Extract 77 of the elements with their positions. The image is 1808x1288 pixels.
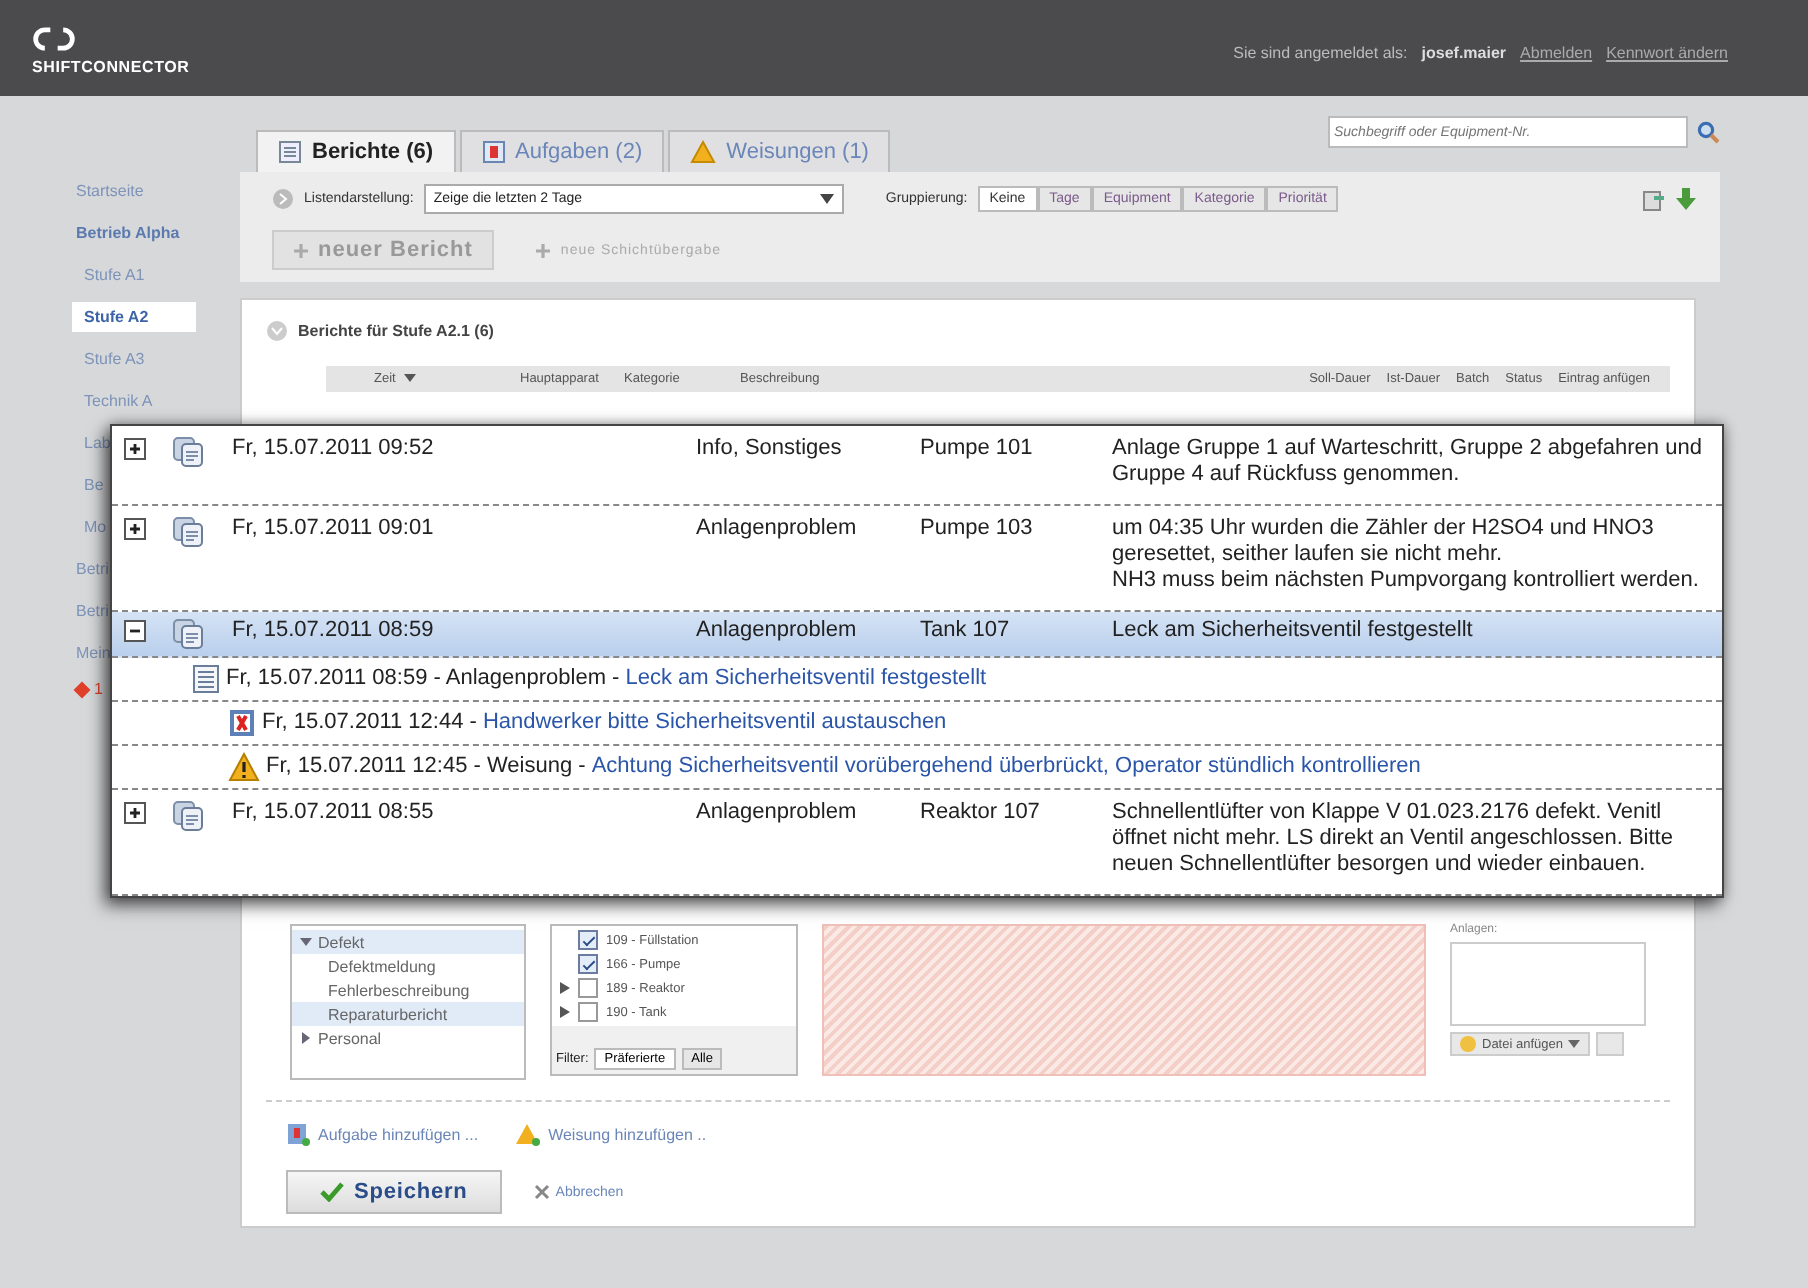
sidebar-item[interactable]: Betrieb Alpha [64, 218, 192, 248]
document-icon [278, 140, 302, 164]
entry-text: Fr, 15.07.2011 12:45 - Weisung - [266, 754, 586, 780]
report-time: Fr, 15.07.2011 08:59 [232, 618, 436, 644]
sort-caret-icon [403, 374, 416, 382]
login-label: Sie sind angemeldet als: [1233, 43, 1408, 61]
clipboard-icon [228, 708, 256, 738]
report-equipment: Tank 107 [920, 618, 1012, 644]
report-category: Anlagenproblem [696, 800, 859, 826]
report-description: Leck am Sicherheitsventil festgestellt [1112, 618, 1475, 644]
report-time: Fr, 15.07.2011 08:55 [232, 800, 436, 826]
panel-title: Berichte für Stufe A2.1 (6) [298, 322, 494, 340]
checkbox[interactable] [578, 954, 598, 974]
stacked-documents-icon [172, 800, 204, 832]
report-description: NH3 muss beim nächsten Pumpvorgang kontrolliert werden. [1112, 568, 1701, 594]
warning-icon [228, 752, 260, 782]
plus-icon [294, 243, 308, 257]
report-description: um 04:35 Uhr wurden die Zähler der H2SO4 und HNO3 geresettet, seither laufen sie nicht mehr. [1112, 516, 1656, 568]
checkbox[interactable] [578, 930, 598, 950]
report-row[interactable]: Fr, 15.07.2011 08:59 Anlagenproblem Tank 107 Leck am Sicherheitsventil festgestellt [112, 612, 1722, 658]
checkbox[interactable] [578, 978, 598, 998]
entry-link[interactable]: Achtung Sicherheitsventil vorübergehend überbrückt, Operator stündlich kontrollieren [591, 754, 1421, 780]
toggle-icon [272, 188, 294, 210]
expand-icon[interactable] [124, 438, 146, 460]
expand-icon[interactable] [124, 802, 146, 824]
tree-item[interactable]: Defekt [292, 930, 524, 954]
entry-text: Fr, 15.07.2011 08:59 - Anlagenproblem - [226, 666, 620, 692]
export-icon[interactable] [1642, 187, 1666, 211]
caret-icon [819, 194, 834, 204]
header-link[interactable]: Abmelden [1520, 43, 1593, 61]
report-category: Anlagenproblem [696, 618, 859, 644]
report-equipment: Pumpe 103 [920, 516, 1035, 542]
report-description: Anlage Gruppe 1 auf Warteschritt, Gruppe 2 abgefahren und Gruppe 4 auf Rückfuss genommen. [1112, 436, 1704, 488]
plus-icon [536, 243, 551, 257]
warning-icon [690, 140, 717, 164]
tree-arrow-icon[interactable] [300, 1032, 312, 1044]
alert-icon [73, 680, 91, 698]
header-link[interactable]: Kennwort ändern [1606, 43, 1728, 61]
add-warning-icon [514, 1122, 541, 1146]
collapse-icon[interactable] [124, 620, 146, 642]
search-icon [1696, 120, 1720, 144]
save-button[interactable]: Speichern [286, 1170, 502, 1214]
report-category: Info, Sonstiges [696, 436, 844, 462]
user-name: josef.maier [1421, 43, 1507, 61]
product-name: SHIFTCONNECTOR [32, 57, 190, 75]
add-task-icon [286, 1122, 310, 1146]
stacked-documents-icon [172, 516, 204, 548]
report-time: Fr, 15.07.2011 09:52 [232, 436, 436, 462]
add-link[interactable]: Weisung hinzufügen .. [514, 1122, 707, 1146]
download-icon[interactable] [1676, 187, 1696, 211]
report-equipment: Pumpe 101 [920, 436, 1035, 462]
tree-item[interactable]: Reparaturbericht [292, 1002, 524, 1026]
entry-text: Fr, 15.07.2011 12:44 - [262, 710, 477, 736]
expand-icon[interactable] [124, 518, 146, 540]
report-equipment: Reaktor 107 [920, 800, 1042, 826]
logo-icon [32, 25, 76, 51]
add-link[interactable]: Aufgabe hinzufügen ... [286, 1122, 479, 1146]
alert-count: 1 [94, 680, 103, 698]
tab[interactable]: Berichte (6) [256, 130, 456, 172]
document-icon [192, 664, 220, 694]
tree-item[interactable]: Defektmeldung [292, 954, 524, 978]
stacked-documents-icon [172, 436, 204, 468]
tree-arrow-icon[interactable] [300, 936, 312, 948]
sidebar-item[interactable]: Stufe A2 [72, 302, 196, 332]
clipboard-icon [481, 140, 506, 164]
stacked-documents-icon [172, 618, 204, 650]
entry-link[interactable]: Handwerker bitte Sicherheitsventil austauschen [482, 710, 947, 736]
report-time: Fr, 15.07.2011 09:01 [232, 516, 436, 542]
tree-item[interactable]: Personal [292, 1026, 524, 1050]
report-category: Anlagenproblem [696, 516, 859, 542]
tree-item[interactable]: Fehlerbeschreibung [292, 978, 524, 1002]
entry-link[interactable]: Leck am Sicherheitsventil festgestellt [625, 666, 987, 692]
check-icon [320, 1182, 344, 1202]
report-row[interactable]: Fr, 15.07.2011 09:52 Info, Sonstiges Pumpe 101 Anlage Gruppe 1 auf Warteschritt, Gruppe 2 abgefahren und Gruppe 4 auf Rückfuss genommen. [112, 426, 1722, 506]
close-icon [533, 1184, 550, 1200]
checkbox[interactable] [578, 1002, 598, 1022]
report-description: Schnellentlüfter von Klappe V 01.023.2176 defekt. Venitl öffnet nicht mehr. LS direkt an Ventil angeschlossen. Bitte neuen Schnellentlüfter besorgen und wieder einbauen. [1112, 800, 1675, 878]
